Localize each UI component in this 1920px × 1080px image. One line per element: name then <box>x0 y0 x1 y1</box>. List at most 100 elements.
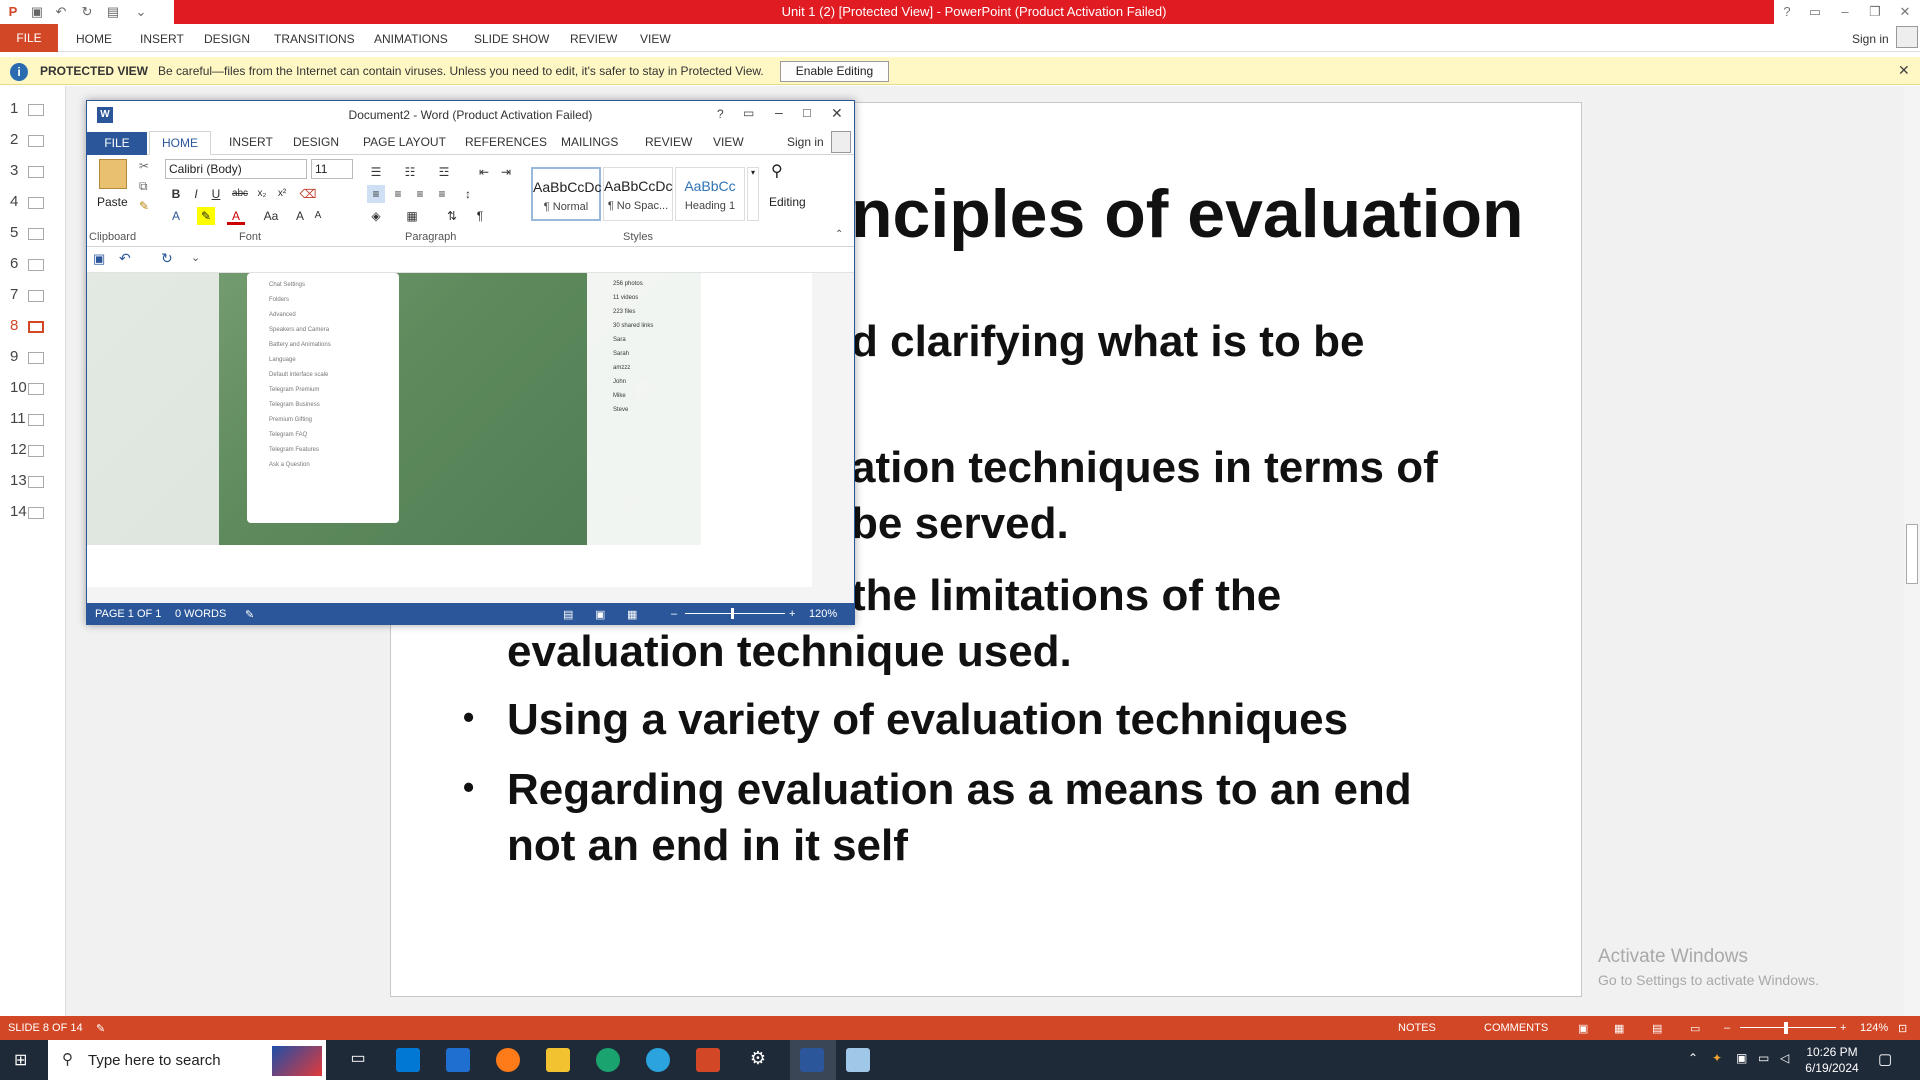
tab-slide-show[interactable]: SLIDE SHOW <box>474 28 549 50</box>
start-from-beginning-icon[interactable]: ▤ <box>104 3 122 21</box>
firefox-icon[interactable] <box>496 1048 520 1072</box>
style-heading-1[interactable]: AaBbCc Heading 1 <box>675 167 745 221</box>
slide-thumb-11[interactable]: 11 <box>10 410 58 430</box>
spell-check-icon[interactable]: ✎ <box>96 1022 105 1035</box>
borders-icon[interactable]: ▦ <box>403 207 421 225</box>
align-right-icon[interactable]: ≡ <box>411 185 429 203</box>
word-tab-review[interactable]: REVIEW <box>645 135 692 149</box>
word-page[interactable]: Chat Settings Folders Advanced Speakers … <box>87 273 812 587</box>
sort-icon[interactable]: ⇅ <box>443 207 461 225</box>
proofing-icon[interactable]: ✎ <box>245 608 254 621</box>
word-undo-icon[interactable]: ↶ <box>119 250 131 267</box>
line-spacing-icon[interactable]: ↕ <box>459 185 477 203</box>
zoom-out-icon[interactable]: – <box>1724 1022 1730 1034</box>
decrease-indent-icon[interactable]: ⇤ <box>475 163 493 181</box>
system-clock[interactable]: 10:26 PM 6/19/2024 <box>1800 1044 1864 1076</box>
edge-icon[interactable] <box>596 1048 620 1072</box>
word-sign-in-link[interactable]: Sign in <box>787 135 824 149</box>
word-close-icon[interactable]: ✕ <box>831 105 843 122</box>
word-repeat-icon[interactable]: ↻ <box>161 250 173 267</box>
shrink-font-icon[interactable]: A <box>309 207 327 225</box>
align-center-icon[interactable]: ≡ <box>389 185 407 203</box>
taskbar-search-box[interactable]: ⚲ Type here to search <box>48 1040 326 1080</box>
italic-button[interactable]: I <box>187 185 205 203</box>
volume-icon[interactable]: ◁ <box>1780 1051 1789 1065</box>
find-binoculars-icon[interactable]: ⚲ <box>771 161 783 181</box>
font-color-icon[interactable]: A <box>227 207 245 225</box>
restore-icon[interactable]: ❐ <box>1862 2 1888 22</box>
slide-sorter-icon[interactable]: ▦ <box>1614 1022 1624 1035</box>
word-maximize-icon[interactable]: □ <box>803 105 811 120</box>
slide-show-icon[interactable]: ▭ <box>1690 1022 1700 1035</box>
justify-icon[interactable]: ≡ <box>433 185 451 203</box>
slide-thumb-9[interactable]: 9 <box>10 348 58 368</box>
save-icon[interactable]: ▣ <box>28 3 46 21</box>
format-painter-icon[interactable]: ✎ <box>139 199 149 213</box>
underline-button[interactable]: U <box>207 185 225 203</box>
collapse-ribbon-icon[interactable]: ⌃ <box>835 229 843 240</box>
scrollbar-thumb[interactable] <box>1906 524 1918 584</box>
bullets-icon[interactable]: ☰ <box>367 163 385 181</box>
page-counter[interactable]: PAGE 1 OF 1 <box>95 608 161 620</box>
word-zoom-in-icon[interactable]: + <box>789 608 795 620</box>
cut-icon[interactable]: ✂ <box>139 159 149 173</box>
notifications-icon[interactable]: ▢ <box>1878 1050 1892 1068</box>
tray-app-icon[interactable]: ✦ <box>1712 1051 1722 1065</box>
zoom-slider-handle[interactable] <box>1784 1022 1788 1034</box>
redo-icon[interactable]: ↻ <box>78 3 96 21</box>
tab-file[interactable]: FILE <box>0 24 58 52</box>
fit-slide-icon[interactable]: ⊡ <box>1898 1022 1907 1035</box>
copy-icon[interactable]: ⧉ <box>139 179 148 194</box>
word-customize-icon[interactable]: ⌄ <box>191 251 200 264</box>
slide-thumb-3[interactable]: 3 <box>10 162 58 182</box>
highlight-icon[interactable]: ✎ <box>197 207 215 225</box>
word-tab-design[interactable]: DESIGN <box>293 135 339 149</box>
tab-insert[interactable]: INSERT <box>140 28 184 50</box>
network-icon[interactable]: ▭ <box>1758 1051 1769 1065</box>
tab-transitions[interactable]: TRANSITIONS <box>274 28 355 50</box>
task-view-icon[interactable]: ▭ <box>346 1048 370 1072</box>
powerpoint-taskbar-icon[interactable] <box>696 1048 720 1072</box>
word-zoom-slider[interactable] <box>685 613 785 614</box>
sign-in-link[interactable]: Sign in <box>1852 28 1889 50</box>
word-tab-references[interactable]: REFERENCES <box>465 135 547 149</box>
superscript-button[interactable]: x² <box>273 185 291 203</box>
paste-icon[interactable] <box>99 159 127 189</box>
increase-indent-icon[interactable]: ⇥ <box>497 163 515 181</box>
multilevel-list-icon[interactable]: ☲ <box>435 163 453 181</box>
word-ribbon-options-icon[interactable]: ▭ <box>743 106 754 120</box>
word-zoom-handle[interactable] <box>731 608 734 619</box>
tab-view[interactable]: VIEW <box>640 28 671 50</box>
slide-thumb-2[interactable]: 2 <box>10 131 58 151</box>
word-tab-file[interactable]: FILE <box>87 132 147 155</box>
enable-editing-button[interactable]: Enable Editing <box>780 61 889 82</box>
close-icon[interactable]: ✕ <box>1892 2 1918 22</box>
slide-thumb-7[interactable]: 7 <box>10 286 58 306</box>
reading-view-icon[interactable]: ▤ <box>1652 1022 1662 1035</box>
subscript-button[interactable]: x₂ <box>253 185 271 203</box>
web-layout-icon[interactable]: ▦ <box>627 608 637 621</box>
word-minimize-icon[interactable]: – <box>775 104 783 120</box>
styles-more-icon[interactable]: ▾ <box>747 167 759 221</box>
account-avatar-icon[interactable] <box>1896 26 1918 48</box>
close-protected-bar-icon[interactable]: ✕ <box>1898 62 1910 79</box>
clear-formatting-icon[interactable]: ⌫ <box>299 185 317 203</box>
shading-icon[interactable]: ◈ <box>367 207 385 225</box>
grow-font-icon[interactable]: A <box>291 207 309 225</box>
font-size-combobox[interactable]: 11 <box>311 159 353 179</box>
tab-design[interactable]: DESIGN <box>204 28 250 50</box>
zoom-slider[interactable] <box>1740 1027 1836 1028</box>
font-name-combobox[interactable]: Calibri (Body) <box>165 159 307 179</box>
slide-thumb-4[interactable]: 4 <box>10 193 58 213</box>
word-document-area[interactable]: Chat Settings Folders Advanced Speakers … <box>87 273 854 603</box>
file-explorer-icon[interactable] <box>546 1048 570 1072</box>
notepad-icon[interactable] <box>846 1048 870 1072</box>
numbering-icon[interactable]: ☷ <box>401 163 419 181</box>
word-taskbar-icon[interactable] <box>800 1048 824 1072</box>
read-mode-icon[interactable]: ▤ <box>563 608 573 621</box>
word-tab-mailings[interactable]: MAILINGS <box>561 135 618 149</box>
show-formatting-icon[interactable]: ¶ <box>471 207 489 225</box>
word-save-icon[interactable]: ▣ <box>93 251 105 267</box>
align-left-icon[interactable]: ≡ <box>367 185 385 203</box>
store-icon[interactable] <box>396 1048 420 1072</box>
